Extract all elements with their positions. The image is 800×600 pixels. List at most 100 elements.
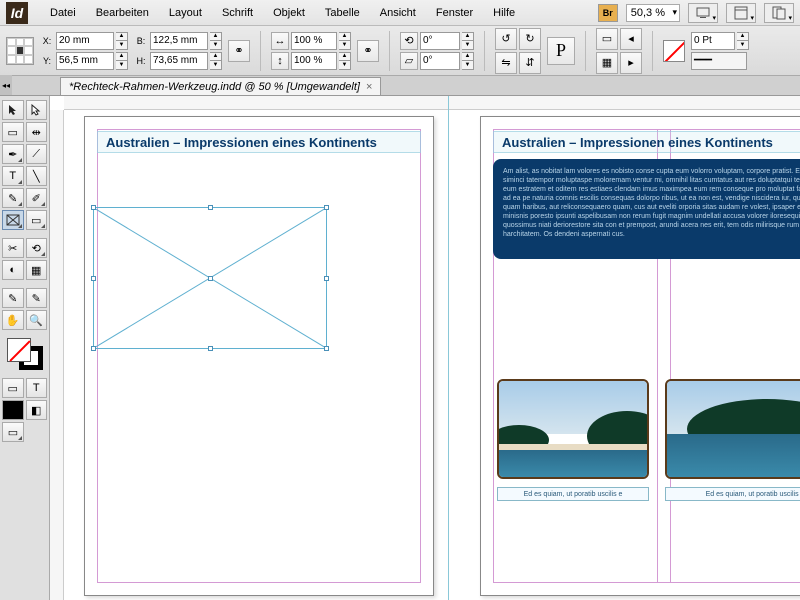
rectangle-frame-tool[interactable] — [2, 210, 24, 230]
scale-x-stepper[interactable]: ▲▼ — [339, 32, 351, 50]
scale-y-stepper[interactable]: ▲▼ — [339, 52, 351, 70]
menu-ansicht[interactable]: Ansicht — [370, 7, 426, 19]
zoom-tool[interactable]: 🔍 — [26, 310, 48, 330]
zoom-select[interactable]: 50,3 % — [626, 4, 680, 22]
workspace: ▭ ⇹ ✒ ⟋ T ╲ ✎ ✐ ▭ ✂ ⟲ ◐ ▦ ✎ ✎ — [0, 96, 800, 600]
photo-island[interactable] — [665, 379, 800, 479]
apply-gradient-icon[interactable]: ◧ — [26, 400, 48, 420]
gradient-feather-tool[interactable]: ▦ — [26, 260, 48, 280]
caption-left[interactable]: Ed es quiam, ut poratib uscilis e — [497, 487, 649, 501]
smooth-tool[interactable]: ✐ — [26, 188, 48, 208]
rectangle-tool[interactable]: ▭ — [26, 210, 48, 230]
menu-schrift[interactable]: Schrift — [212, 7, 263, 19]
menu-objekt[interactable]: Objekt — [263, 7, 315, 19]
type-tool[interactable]: T — [2, 166, 24, 186]
ruler-vertical[interactable] — [50, 110, 64, 600]
select-container-icon[interactable]: ▭ — [596, 28, 618, 50]
tabstrip-arrow[interactable]: ◂◂ — [0, 75, 12, 95]
scale-y-input[interactable]: 100 % — [291, 52, 337, 70]
photo-beach[interactable] — [497, 379, 649, 479]
frame-icon — [6, 214, 20, 226]
transform-tool[interactable]: ⟲ — [26, 238, 48, 258]
menu-layout[interactable]: Layout — [159, 7, 212, 19]
view-mode-icon[interactable]: ▭ — [2, 422, 24, 442]
constrain-link-icon[interactable]: ⚭ — [228, 40, 250, 62]
flip-v-icon[interactable]: ⇵ — [519, 52, 541, 74]
y-input[interactable]: 56,5 mm — [56, 52, 114, 70]
eyedropper-tool[interactable]: ✎ — [26, 288, 48, 308]
page-left-heading[interactable]: Australien – Impressionen eines Kontinen… — [97, 131, 421, 153]
y-label: Y: — [40, 56, 54, 66]
menu-bearbeiten[interactable]: Bearbeiten — [86, 7, 159, 19]
transform-content-icon[interactable]: P — [547, 37, 575, 65]
fill-stroke-swatch[interactable] — [5, 336, 45, 372]
scissors-tool[interactable]: ✂ — [2, 238, 24, 258]
canvas[interactable]: Australien – Impressionen eines Kontinen… — [50, 96, 800, 600]
rotate-cw-icon[interactable]: ↻ — [519, 28, 541, 50]
selection-tool[interactable] — [2, 100, 24, 120]
shear-input[interactable]: 0° — [420, 52, 460, 70]
x-stepper[interactable]: ▲▼ — [116, 32, 128, 50]
screen-mode-dropdown[interactable] — [726, 3, 756, 23]
menu-datei[interactable]: Datei — [40, 7, 86, 19]
w-stepper[interactable]: ▲▼ — [210, 32, 222, 50]
stroke-style-select[interactable]: ━━━ — [691, 52, 747, 70]
h-label: H: — [134, 56, 148, 66]
pen-tool[interactable]: ✒ — [2, 144, 24, 164]
apply-color-icon[interactable] — [2, 400, 24, 420]
h-stepper[interactable]: ▲▼ — [210, 52, 222, 70]
ruler-horizontal[interactable] — [64, 96, 800, 110]
formatting-container-icon[interactable]: ▭ — [2, 378, 24, 398]
caption-right[interactable]: Ed es quiam, ut poratib uscilis e — [665, 487, 800, 501]
select-content-icon[interactable]: ▦ — [596, 52, 618, 74]
select-next-icon[interactable]: ▸ — [620, 52, 642, 74]
body-text-frame[interactable]: Am alist, as nobitat lam volores es nobi… — [493, 159, 800, 259]
measure-tool[interactable]: ⟋ — [26, 144, 48, 164]
gap-tool[interactable]: ⇹ — [26, 122, 48, 142]
view-options-dropdown[interactable] — [688, 3, 718, 23]
page-left-margin — [97, 129, 421, 583]
select-prev-icon[interactable]: ◂ — [620, 28, 642, 50]
reference-point-grid[interactable] — [6, 37, 34, 65]
x-label: X: — [40, 36, 54, 46]
menu-tabelle[interactable]: Tabelle — [315, 7, 370, 19]
scale-x-input[interactable]: 100 % — [291, 32, 337, 50]
document-tab[interactable]: *Rechteck-Rahmen-Werkzeug.indd @ 50 % [U… — [60, 77, 381, 95]
stroke-weight-stepper[interactable]: ▲▼ — [737, 32, 749, 50]
rotate-stepper[interactable]: ▲▼ — [462, 32, 474, 50]
page-left[interactable]: Australien – Impressionen eines Kontinen… — [84, 116, 434, 596]
arrange-icon — [772, 6, 786, 20]
page-tool[interactable]: ▭ — [2, 122, 24, 142]
hand-tool[interactable]: ✋ — [2, 310, 24, 330]
close-tab-icon[interactable]: × — [366, 81, 372, 93]
rectangle-frame[interactable] — [93, 207, 327, 349]
h-input[interactable]: 73,65 mm — [150, 52, 208, 70]
flip-h-icon[interactable]: ⇋ — [495, 52, 517, 74]
gradient-swatch-tool[interactable]: ◐ — [2, 260, 24, 280]
fill-swatch[interactable] — [7, 338, 31, 362]
bridge-button[interactable]: Br — [598, 4, 618, 22]
line-tool[interactable]: ╲ — [26, 166, 48, 186]
toolbox: ▭ ⇹ ✒ ⟋ T ╲ ✎ ✐ ▭ ✂ ⟲ ◐ ▦ ✎ ✎ — [0, 96, 50, 600]
fill-swatch-none[interactable] — [663, 40, 685, 62]
spine-guide — [448, 96, 449, 600]
document-tab-title: *Rechteck-Rahmen-Werkzeug.indd @ 50 % [U… — [69, 81, 360, 93]
y-stepper[interactable]: ▲▼ — [116, 52, 128, 70]
stroke-weight-input[interactable]: 0 Pt — [691, 32, 735, 50]
direct-selection-tool[interactable] — [26, 100, 48, 120]
menu-hilfe[interactable]: Hilfe — [483, 7, 525, 19]
page-right-heading[interactable]: Australien – Impressionen eines Kontinen… — [493, 131, 800, 153]
formatting-text-icon[interactable]: T — [26, 378, 48, 398]
control-bar: X: 20 mm ▲▼ Y: 56,5 mm ▲▼ B: 122,5 mm ▲▼… — [0, 26, 800, 76]
rotate-input[interactable]: 0° — [420, 32, 460, 50]
arrange-dropdown[interactable] — [764, 3, 794, 23]
menu-fenster[interactable]: Fenster — [426, 7, 483, 19]
shear-stepper[interactable]: ▲▼ — [462, 52, 474, 70]
page-right[interactable]: Australien – Impressionen eines Kontinen… — [480, 116, 800, 596]
pencil-tool[interactable]: ✎ — [2, 188, 24, 208]
x-input[interactable]: 20 mm — [56, 32, 114, 50]
scale-link-icon[interactable]: ⚭ — [357, 40, 379, 62]
note-tool[interactable]: ✎ — [2, 288, 24, 308]
rotate-ccw-icon[interactable]: ↺ — [495, 28, 517, 50]
w-input[interactable]: 122,5 mm — [150, 32, 208, 50]
